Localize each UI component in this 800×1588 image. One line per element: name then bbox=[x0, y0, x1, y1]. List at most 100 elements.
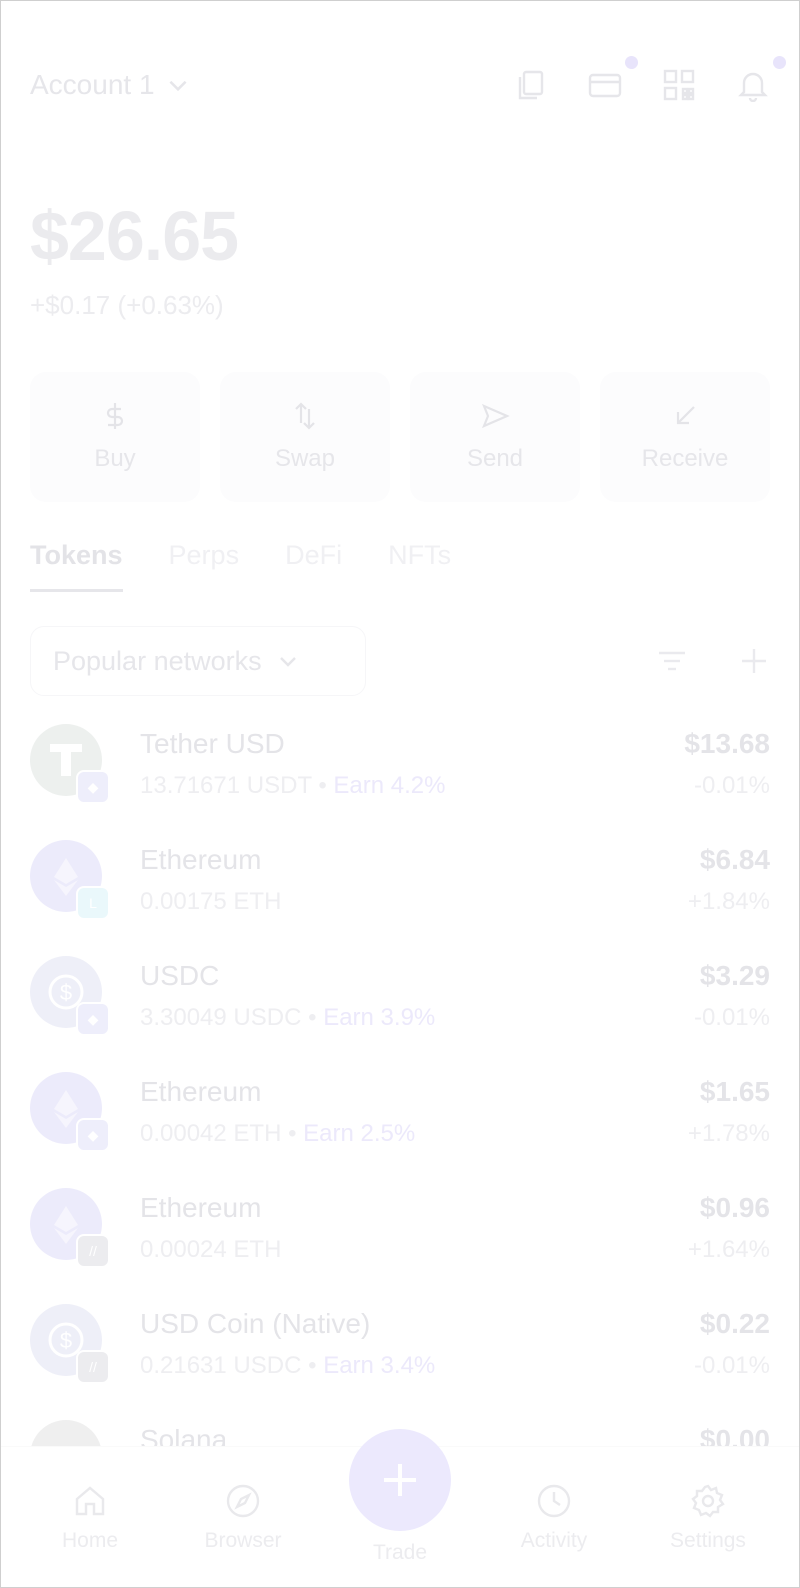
token-change: -0.01% bbox=[693, 1352, 770, 1379]
earn-rate[interactable]: Earn 4.2% bbox=[333, 772, 445, 799]
earn-rate[interactable]: Earn 3.9% bbox=[323, 1004, 435, 1031]
token-value: $0.96 bbox=[699, 1192, 770, 1223]
token-amount: 0.00175 ETH bbox=[140, 888, 282, 915]
plus-icon bbox=[384, 1464, 416, 1496]
bottom-nav: Home Browser Trade Activity Settings bbox=[0, 1429, 800, 1588]
linea-network-badge: L bbox=[76, 886, 110, 920]
bell-icon[interactable] bbox=[736, 56, 786, 103]
svg-text:$: $ bbox=[60, 1328, 72, 1353]
earn-rate[interactable]: Earn 3.4% bbox=[323, 1352, 435, 1379]
qr-code-icon[interactable] bbox=[662, 68, 696, 102]
nav-browser-label: Browser bbox=[204, 1529, 282, 1552]
nav-settings[interactable]: Settings bbox=[648, 1483, 768, 1553]
filter-row: Popular networks bbox=[30, 626, 770, 696]
token-row[interactable]: $ // USD Coin (Native) 0.21631 USDC • Ea… bbox=[30, 1304, 770, 1420]
solana-icon bbox=[30, 1420, 102, 1446]
swap-label: Swap bbox=[274, 445, 336, 472]
token-change: -0.01% bbox=[693, 772, 770, 799]
arbitrum-network-badge: // bbox=[76, 1234, 110, 1268]
swap-button[interactable]: Swap bbox=[220, 372, 390, 502]
ethereum-network-badge: ◆ bbox=[76, 1002, 110, 1036]
clock-icon bbox=[537, 1484, 571, 1518]
token-value: $13.68 bbox=[684, 728, 770, 759]
buy-label: Buy bbox=[94, 445, 136, 472]
swap-icon bbox=[295, 402, 315, 430]
send-icon bbox=[481, 403, 510, 429]
card-icon[interactable] bbox=[588, 56, 638, 102]
token-value: $6.84 bbox=[699, 844, 770, 875]
ethereum-network-badge: ◆ bbox=[76, 1118, 110, 1152]
nav-browser[interactable]: Browser bbox=[183, 1483, 303, 1553]
ethereum-icon: L bbox=[30, 840, 110, 920]
add-icon[interactable] bbox=[738, 645, 770, 677]
tether-icon: ◆ bbox=[30, 724, 110, 804]
token-value: $0.00 bbox=[699, 1424, 770, 1446]
balance-change: +$0.17 (+0.63%) bbox=[30, 290, 224, 320]
copy-icon[interactable] bbox=[514, 68, 548, 102]
account-name: Account 1 bbox=[30, 69, 155, 100]
token-amount: 3.30049 USDC bbox=[140, 1004, 302, 1031]
token-name: Ethereum bbox=[140, 1192, 262, 1223]
network-selector[interactable]: Popular networks bbox=[30, 626, 366, 696]
receive-icon bbox=[676, 406, 695, 425]
tab-nfts[interactable]: NFTs bbox=[388, 540, 451, 592]
token-amount: 13.71671 USDT bbox=[140, 772, 312, 799]
buy-button[interactable]: Buy bbox=[30, 372, 200, 502]
network-selector-label: Popular networks bbox=[53, 645, 262, 676]
token-list: ◆ Tether USD 13.71671 USDT • Earn 4.2% $… bbox=[30, 724, 770, 1446]
dollar-icon bbox=[106, 403, 124, 429]
nav-settings-label: Settings bbox=[670, 1529, 746, 1552]
receive-label: Receive bbox=[641, 445, 729, 472]
earn-rate[interactable]: Earn 2.5% bbox=[303, 1120, 415, 1147]
notification-dot bbox=[773, 56, 786, 69]
nav-home-label: Home bbox=[61, 1529, 119, 1552]
tab-tokens[interactable]: Tokens bbox=[30, 540, 123, 592]
ethereum-icon: ◆ bbox=[30, 1072, 110, 1152]
trade-button[interactable] bbox=[349, 1429, 451, 1531]
send-label: Send bbox=[466, 445, 524, 472]
home-icon bbox=[75, 1486, 105, 1516]
token-amount: 0.00024 ETH bbox=[140, 1236, 282, 1263]
chevron-down-icon bbox=[169, 80, 187, 92]
chevron-down-icon bbox=[279, 657, 296, 667]
nav-activity[interactable]: Activity bbox=[494, 1483, 614, 1553]
token-row[interactable]: // Ethereum 0.00024 ETH $0.96 +1.64% bbox=[30, 1188, 770, 1304]
svg-text:$: $ bbox=[60, 980, 72, 1005]
token-name: USDC bbox=[140, 960, 220, 991]
token-amount: 0.00042 ETH bbox=[140, 1120, 282, 1147]
token-name: Tether USD bbox=[140, 728, 285, 759]
token-change: -0.01% bbox=[693, 1004, 770, 1031]
header: Account 1 bbox=[30, 56, 786, 110]
token-change: +1.84% bbox=[687, 888, 770, 915]
nav-activity-label: Activity bbox=[520, 1529, 588, 1552]
gear-icon bbox=[691, 1484, 725, 1518]
token-value: $0.22 bbox=[699, 1308, 770, 1339]
usdc-icon: $ // bbox=[30, 1304, 110, 1384]
tab-defi[interactable]: DeFi bbox=[285, 540, 342, 592]
token-row[interactable]: $ ◆ USDC 3.30049 USDC • Earn 3.9% $3.29 … bbox=[30, 956, 770, 1072]
total-balance: $26.65 bbox=[30, 197, 239, 275]
nav-home[interactable]: Home bbox=[30, 1483, 150, 1553]
token-name: Ethereum bbox=[140, 844, 262, 875]
token-row[interactable]: ◆ Tether USD 13.71671 USDT • Earn 4.2% $… bbox=[30, 724, 770, 840]
receive-button[interactable]: Receive bbox=[600, 372, 770, 502]
notification-dot bbox=[625, 56, 638, 69]
usdc-icon: $ ◆ bbox=[30, 956, 110, 1036]
token-amount: 0.21631 USDC bbox=[140, 1352, 302, 1379]
token-row[interactable]: ◆ Ethereum 0.00042 ETH • Earn 2.5% $1.65… bbox=[30, 1072, 770, 1188]
token-row[interactable]: L Ethereum 0.00175 ETH $6.84 +1.84% bbox=[30, 840, 770, 956]
token-change: +1.78% bbox=[687, 1120, 770, 1147]
ethereum-icon: // bbox=[30, 1188, 110, 1268]
tab-perps[interactable]: Perps bbox=[169, 540, 240, 592]
arbitrum-network-badge: // bbox=[76, 1350, 110, 1384]
token-change: +1.64% bbox=[687, 1236, 770, 1263]
send-button[interactable]: Send bbox=[410, 372, 580, 502]
token-name: Ethereum bbox=[140, 1076, 262, 1107]
account-selector[interactable]: Account 1 bbox=[30, 69, 191, 101]
nav-trade-label: Trade bbox=[372, 1541, 428, 1564]
token-value: $3.29 bbox=[699, 960, 770, 991]
ethereum-network-badge: ◆ bbox=[76, 770, 110, 804]
filter-icon[interactable] bbox=[656, 645, 688, 677]
compass-icon bbox=[226, 1484, 260, 1518]
asset-tabs: Tokens Perps DeFi NFTs bbox=[30, 540, 451, 592]
